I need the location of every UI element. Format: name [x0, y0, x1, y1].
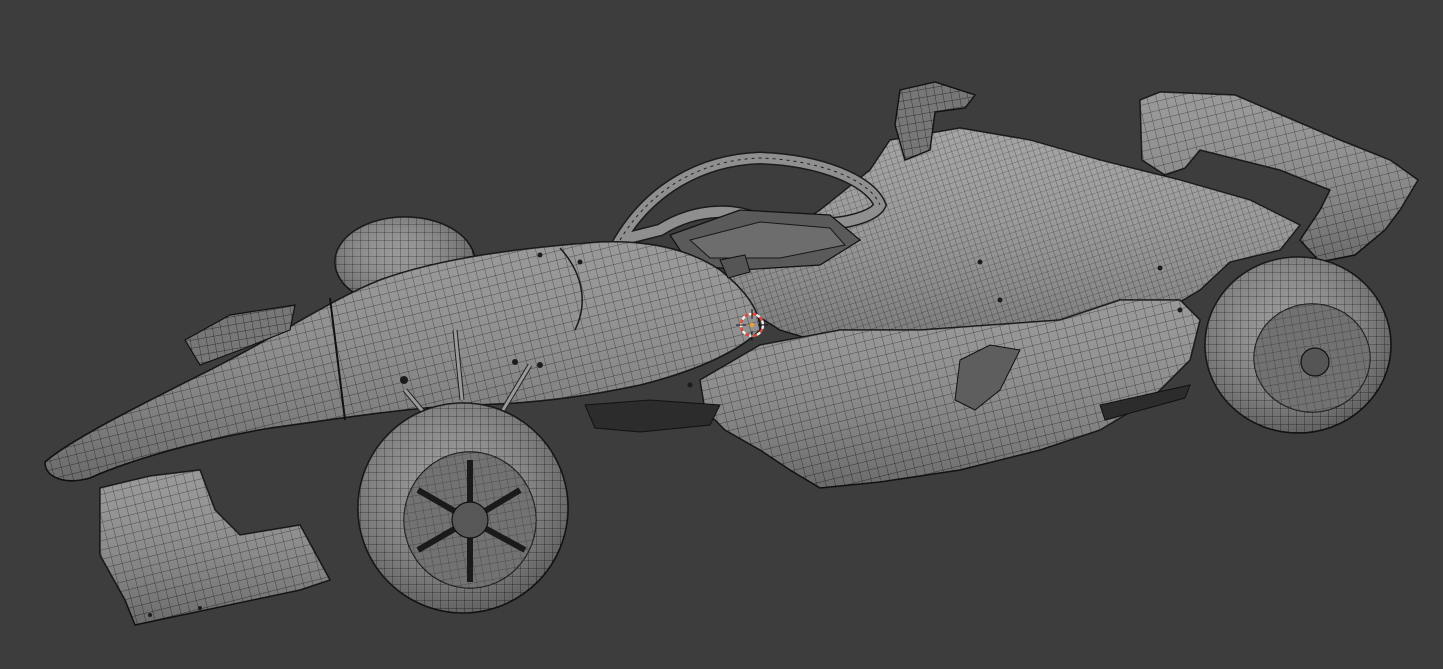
sidepod[interactable] [699, 299, 1201, 489]
rear-right-wheel[interactable] [1204, 256, 1392, 434]
3d-viewport[interactable] [0, 0, 1443, 669]
scene-canvas[interactable] [0, 0, 1443, 669]
front-right-wheel[interactable] [357, 402, 569, 614]
front-wing[interactable] [99, 469, 332, 626]
